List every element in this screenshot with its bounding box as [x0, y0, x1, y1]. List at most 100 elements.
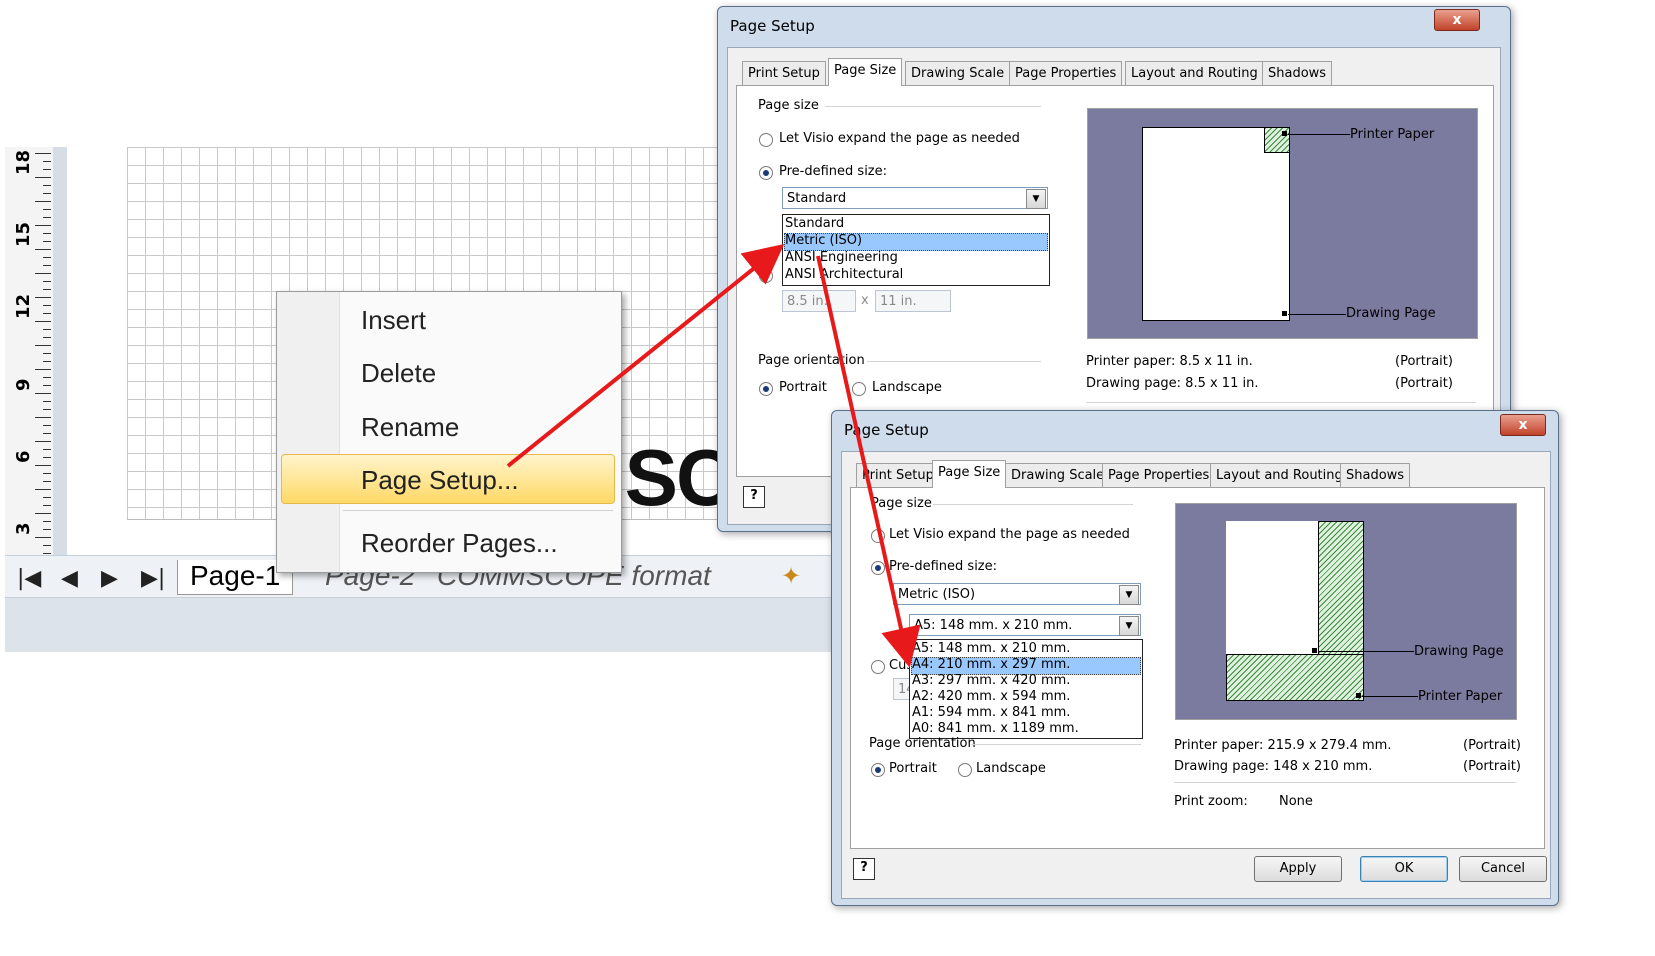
- tab-page-properties[interactable]: Page Properties: [1009, 61, 1123, 86]
- radio-landscape[interactable]: [852, 382, 866, 396]
- ruler-tick: [43, 233, 51, 234]
- custom-width-field[interactable]: 8.5 in.: [782, 290, 856, 312]
- first-page-icon[interactable]: |◀: [17, 566, 41, 591]
- help-icon[interactable]: ?: [853, 858, 875, 880]
- radio-predefined[interactable]: [759, 166, 773, 180]
- preview-dot: [1356, 693, 1361, 698]
- drawing-page-orientation: (Portrait): [1395, 376, 1453, 391]
- combo-value: Standard: [787, 191, 847, 206]
- menu-item-insert[interactable]: Insert: [361, 305, 426, 336]
- dropdown-option[interactable]: A1: 594 mm. x 841 mm.: [912, 705, 1070, 720]
- radio-custom[interactable]: [759, 269, 773, 283]
- tab-drawing-scale[interactable]: Drawing Scale: [1005, 463, 1111, 488]
- preview-printer-label: Printer Paper: [1418, 689, 1503, 704]
- ruler-tick: [35, 153, 51, 154]
- tab-shadows[interactable]: Shadows: [1262, 61, 1333, 86]
- tab-layout-and-routing[interactable]: Layout and Routing: [1125, 61, 1264, 86]
- ruler-number: 15: [13, 221, 34, 247]
- chevron-down-icon[interactable]: ▼: [1026, 189, 1046, 209]
- ruler-tick: [43, 305, 51, 306]
- print-zoom-value: None: [1279, 794, 1313, 809]
- dropdown-option[interactable]: Standard: [785, 216, 844, 231]
- preview-dot: [1282, 311, 1287, 316]
- radio-predefined-label: Pre-defined size:: [779, 164, 888, 179]
- dropdown-option[interactable]: Metric (ISO): [785, 233, 862, 248]
- tab-drawing-scale[interactable]: Drawing Scale: [905, 61, 1011, 86]
- tab-print-setup[interactable]: Print Setup: [742, 61, 826, 86]
- paper-size-dropdown: A5: 148 mm. x 210 mm. A4: 210 mm. x 297 …: [909, 639, 1143, 739]
- chevron-down-icon[interactable]: ▼: [1119, 585, 1139, 605]
- prev-page-icon[interactable]: ◀: [61, 566, 78, 591]
- close-button[interactable]: x: [1500, 414, 1546, 436]
- dropdown-option[interactable]: ANSI Engineering: [785, 250, 898, 265]
- dialog-title: Page Setup: [844, 421, 929, 439]
- insert-page-icon[interactable]: ✦: [781, 562, 801, 590]
- radio-expand-label: Let Visio expand the page as needed: [889, 527, 1130, 542]
- menu-item-delete[interactable]: Delete: [361, 358, 436, 389]
- radio-landscape[interactable]: [958, 763, 972, 777]
- ruler-bar: [53, 147, 67, 575]
- dropdown-option[interactable]: ANSI Architectural: [785, 267, 903, 282]
- radio-expand[interactable]: [871, 529, 885, 543]
- ruler-number: 12: [13, 293, 34, 319]
- radio-portrait[interactable]: [759, 382, 773, 396]
- radio-predefined[interactable]: [871, 561, 885, 575]
- radio-predefined-label: Pre-defined size:: [889, 559, 998, 574]
- ruler-tick: [35, 345, 51, 346]
- custom-height-field[interactable]: 11 in.: [875, 290, 951, 312]
- ok-button[interactable]: OK: [1360, 856, 1448, 882]
- cancel-button[interactable]: Cancel: [1459, 856, 1547, 882]
- printer-paper-orientation: (Portrait): [1463, 738, 1521, 753]
- ruler-number: 6: [13, 450, 34, 463]
- size-type-combo[interactable]: Standard ▼: [782, 187, 1048, 209]
- ruler-tick: [43, 313, 51, 314]
- radio-expand[interactable]: [759, 133, 773, 147]
- chevron-down-icon[interactable]: ▼: [1119, 616, 1139, 636]
- paper-size-combo[interactable]: A5: 148 mm. x 210 mm. ▼: [909, 614, 1141, 636]
- info-divider: [1086, 402, 1476, 403]
- printer-paper-info: Printer paper: 8.5 x 11 in.: [1086, 354, 1253, 369]
- close-button[interactable]: x: [1434, 9, 1480, 31]
- tab-print-setup[interactable]: Print Setup: [856, 463, 940, 488]
- preview-dot: [1312, 648, 1317, 653]
- group-orientation-label: Page orientation: [869, 736, 976, 751]
- menu-item-rename[interactable]: Rename: [361, 412, 459, 443]
- last-page-icon[interactable]: ▶|: [141, 566, 165, 591]
- ruler-tick: [43, 449, 51, 450]
- tab-page-size[interactable]: Page Size: [828, 58, 903, 86]
- dropdown-option[interactable]: A4: 210 mm. x 297 mm.: [912, 657, 1070, 672]
- apply-button[interactable]: Apply: [1254, 856, 1342, 882]
- drawing-page-info: Drawing page: 148 x 210 mm.: [1174, 759, 1373, 774]
- tab-layout-and-routing[interactable]: Layout and Routing: [1210, 463, 1349, 488]
- size-type-combo[interactable]: Metric (ISO) ▼: [893, 583, 1141, 605]
- tab-page-size[interactable]: Page Size: [932, 460, 1007, 488]
- combo-value: Metric (ISO): [898, 587, 976, 602]
- tab-shadows[interactable]: Shadows: [1340, 463, 1411, 488]
- ruler-number: 18: [13, 149, 34, 175]
- radio-portrait[interactable]: [871, 763, 885, 777]
- landscape-label: Landscape: [976, 761, 1046, 776]
- tab-page-properties[interactable]: Page Properties: [1102, 463, 1216, 488]
- preview-drawing-label: Drawing Page: [1414, 644, 1504, 659]
- dropdown-option[interactable]: A3: 297 mm. x 420 mm.: [912, 673, 1070, 688]
- menu-item-page-setup[interactable]: Page Setup...: [361, 465, 519, 496]
- radio-custom[interactable]: [871, 660, 885, 674]
- dropdown-option[interactable]: A0: 841 mm. x 1189 mm.: [912, 721, 1079, 736]
- ruler-tick: [43, 193, 51, 194]
- ruler-tick: [43, 361, 51, 362]
- ruler-tick: [35, 225, 51, 226]
- help-icon[interactable]: ?: [743, 486, 765, 508]
- menu-item-reorder-pages[interactable]: Reorder Pages...: [361, 528, 558, 559]
- ruler-tick: [35, 513, 51, 514]
- dropdown-option[interactable]: A2: 420 mm. x 594 mm.: [912, 689, 1070, 704]
- ruler-tick: [35, 273, 51, 274]
- ruler-tick: [43, 529, 51, 530]
- ruler-tick: [35, 465, 51, 466]
- next-page-icon[interactable]: ▶: [101, 566, 118, 591]
- dropdown-option[interactable]: A5: 148 mm. x 210 mm.: [912, 641, 1070, 656]
- ruler-tick: [43, 433, 51, 434]
- ruler-tick: [43, 481, 51, 482]
- ruler-tick: [43, 521, 51, 522]
- ruler-tick: [43, 377, 51, 378]
- ruler-tick: [35, 537, 51, 538]
